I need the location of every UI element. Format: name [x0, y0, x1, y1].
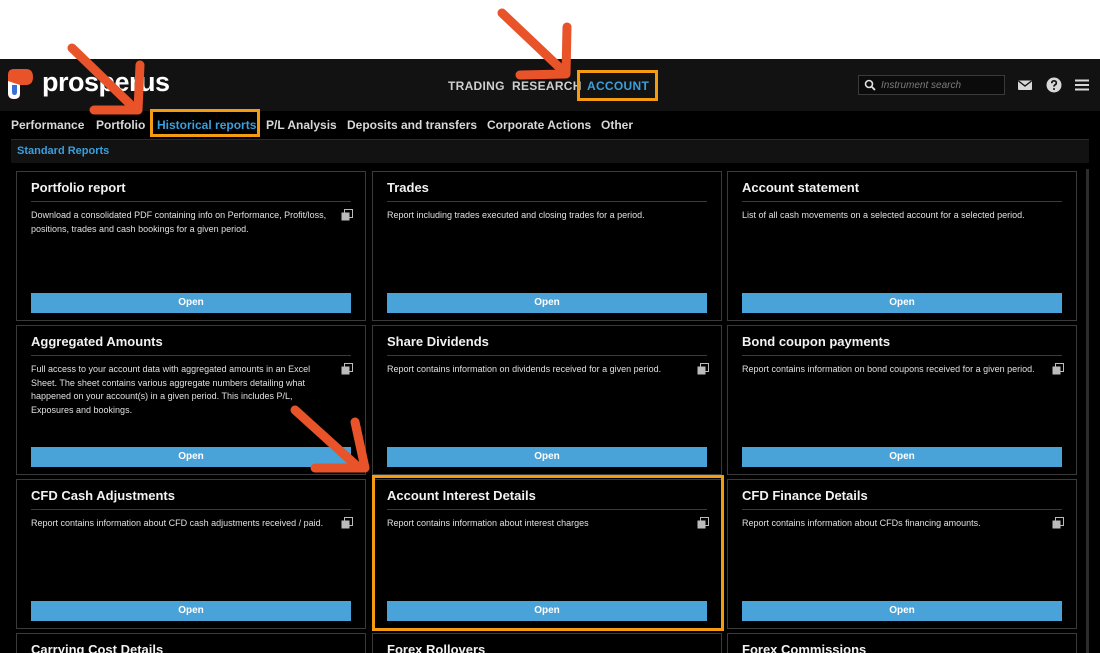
report-card-share-dividends: Share Dividends Report contains informat…: [372, 325, 722, 475]
report-title: Forex Rollovers: [387, 642, 486, 653]
open-button[interactable]: Open: [742, 601, 1062, 621]
report-description: Report contains information about CFD ca…: [31, 518, 324, 528]
report-title: Carrying Cost Details: [31, 642, 164, 653]
report-card-carrying-cost-details: Carrying Cost Details: [16, 633, 366, 653]
open-button[interactable]: Open: [31, 293, 351, 313]
divider: [742, 355, 1062, 356]
report-card-trades: Trades Report including trades executed …: [372, 171, 722, 321]
report-card-portfolio-report: Portfolio report Download a consolidated…: [16, 171, 366, 321]
copy-icon[interactable]: [1052, 363, 1064, 375]
divider: [31, 201, 351, 202]
copy-icon[interactable]: [1052, 517, 1064, 529]
report-card-aggregated-amounts: Aggregated Amounts Full access to your a…: [16, 325, 366, 475]
report-title: Aggregated Amounts: [31, 334, 163, 349]
screenshot-stage: prosperus TRADING RESEARCH ACCOUNT Instr…: [0, 0, 1100, 653]
divider: [387, 355, 707, 356]
report-card-cfd-finance-details: CFD Finance Details Report contains info…: [727, 479, 1077, 629]
report-description: Report including trades executed and clo…: [387, 210, 645, 220]
report-card-forex-rollovers: Forex Rollovers: [372, 633, 722, 653]
divider: [742, 201, 1062, 202]
open-button[interactable]: Open: [31, 601, 351, 621]
report-card-bond-coupon-payments: Bond coupon payments Report contains inf…: [727, 325, 1077, 475]
open-button[interactable]: Open: [387, 293, 707, 313]
divider: [31, 355, 351, 356]
copy-icon[interactable]: [341, 209, 353, 221]
report-title: Portfolio report: [31, 180, 126, 195]
scrollbar[interactable]: [1086, 169, 1089, 653]
open-button[interactable]: Open: [742, 293, 1062, 313]
report-description: Full access to your account data with ag…: [31, 364, 311, 415]
report-description: Download a consolidated PDF containing i…: [31, 210, 327, 234]
copy-icon[interactable]: [341, 517, 353, 529]
report-title: Forex Commissions: [742, 642, 867, 653]
copy-icon[interactable]: [697, 363, 709, 375]
report-description: Report contains information on bond coup…: [742, 364, 1035, 374]
report-card-forex-commissions: Forex Commissions: [727, 633, 1077, 653]
report-title: CFD Finance Details: [742, 488, 868, 503]
open-button[interactable]: Open: [742, 447, 1062, 467]
account-interest-highlight: [372, 475, 724, 631]
divider: [742, 509, 1062, 510]
divider: [387, 201, 707, 202]
divider: [31, 509, 351, 510]
app-window: prosperus TRADING RESEARCH ACCOUNT Instr…: [0, 59, 1100, 653]
report-description: Report contains information about CFDs f…: [742, 518, 981, 528]
report-title: Bond coupon payments: [742, 334, 891, 349]
report-grid: Portfolio report Download a consolidated…: [0, 59, 1100, 653]
report-description: Report contains information on dividends…: [387, 364, 662, 374]
report-title: Account statement: [742, 180, 860, 195]
open-button[interactable]: Open: [31, 447, 351, 467]
report-title: Share Dividends: [387, 334, 489, 349]
report-description: List of all cash movements on a selected…: [742, 210, 1025, 220]
account-highlight: [577, 70, 658, 101]
open-button[interactable]: Open: [387, 447, 707, 467]
report-card-cfd-cash-adjustments: CFD Cash Adjustments Report contains inf…: [16, 479, 366, 629]
report-card-account-statement: Account statement List of all cash movem…: [727, 171, 1077, 321]
copy-icon[interactable]: [341, 363, 353, 375]
report-title: CFD Cash Adjustments: [31, 488, 175, 503]
report-title: Trades: [387, 180, 429, 195]
